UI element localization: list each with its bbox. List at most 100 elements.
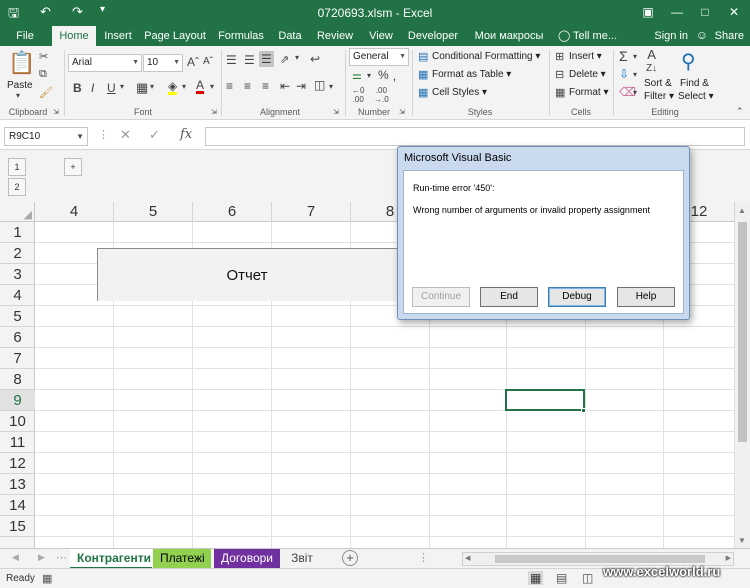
scroll-down-icon[interactable]: ▼ (738, 536, 746, 545)
sort-filter-icon[interactable]: A Z↓ (646, 48, 657, 75)
paste-icon[interactable]: 📋 (8, 50, 35, 76)
chevron-down-icon[interactable]: ▾ (210, 82, 214, 91)
tab-developer[interactable]: Developer (404, 26, 462, 46)
tab-my-macros[interactable]: Мои макросы (470, 26, 548, 46)
scroll-left-icon[interactable]: ◀ (465, 554, 470, 562)
fill-color-icon[interactable]: ◈ (168, 80, 178, 95)
chevron-down-icon[interactable]: ▾ (329, 82, 333, 91)
find-select-icon[interactable]: ⚲ (681, 49, 696, 74)
outline-level-1-button[interactable]: 1 (8, 158, 26, 176)
format-as-table-button[interactable]: Format as Table ▾ (432, 69, 511, 80)
currency-icon[interactable]: ⚌ (352, 69, 362, 82)
conditional-formatting-button[interactable]: Conditional Formatting ▾ (432, 51, 540, 62)
tab-data[interactable]: Data (274, 26, 306, 46)
paste-label[interactable]: Paste (7, 80, 33, 91)
font-color-icon[interactable]: A (196, 79, 205, 94)
format-cells-icon[interactable]: ▦ (555, 86, 565, 99)
orientation-icon[interactable]: ⇗ (280, 53, 289, 66)
close-icon[interactable]: ✕ (719, 2, 749, 22)
macro-record-icon[interactable]: ▦ (42, 572, 52, 585)
autosum-icon[interactable]: Σ (619, 48, 628, 64)
cancel-icon[interactable]: ✕ (120, 127, 131, 143)
scrollbar-thumb[interactable] (738, 222, 747, 442)
insert-function-icon[interactable]: fx (180, 127, 192, 142)
row-header[interactable]: 7 (0, 348, 35, 369)
delete-cells-icon[interactable]: ⊟ (555, 68, 564, 81)
fill-handle[interactable] (581, 408, 586, 413)
cell-styles-icon[interactable]: ▦ (418, 86, 428, 99)
increase-decimal-icon[interactable]: ←0.00 (352, 86, 364, 104)
row-header[interactable]: 14 (0, 495, 35, 516)
chevron-down-icon[interactable]: ▾ (633, 70, 637, 79)
row-header[interactable]: 12 (0, 453, 35, 474)
find-select-button[interactable]: Select ▾ (678, 91, 714, 102)
name-box[interactable]: R9C10 ▼ (4, 127, 88, 146)
continue-button[interactable]: Continue (412, 287, 470, 307)
enter-icon[interactable]: ✓ (149, 127, 160, 143)
align-left-icon[interactable]: ≡ (226, 79, 233, 93)
percent-icon[interactable]: % (378, 68, 389, 82)
format-as-table-icon[interactable]: ▦ (418, 68, 428, 81)
tell-me-box[interactable]: Tell me... (573, 26, 617, 46)
outline-level-2-button[interactable]: 2 (8, 178, 26, 196)
help-button[interactable]: Help (617, 287, 675, 307)
row-header[interactable]: 5 (0, 306, 35, 327)
underline-button[interactable]: U (107, 81, 116, 95)
number-format-box[interactable]: General ▼ (349, 48, 409, 66)
collapse-ribbon-icon[interactable]: ⌃ (736, 106, 744, 117)
formula-input[interactable] (205, 127, 745, 146)
tab-split-handle-icon[interactable]: ⋮ (418, 551, 429, 564)
row-header[interactable]: 10 (0, 411, 35, 432)
align-right-icon[interactable]: ≡ (262, 79, 269, 93)
row-header[interactable]: 11 (0, 432, 35, 453)
scroll-left-icon[interactable]: ◀ (12, 552, 19, 563)
row-header-selected[interactable]: 9 (0, 390, 35, 411)
page-layout-view-icon[interactable]: ▤ (556, 571, 567, 585)
tab-file[interactable]: File (6, 26, 44, 46)
chevron-down-icon[interactable]: ▾ (150, 82, 154, 91)
align-top-icon[interactable]: ☰ (226, 53, 237, 67)
page-break-view-icon[interactable]: ◫ (582, 571, 593, 585)
find-select-label-1[interactable]: Find & (680, 78, 709, 89)
tab-review[interactable]: Review (312, 26, 358, 46)
sheet-tab-platezhi[interactable]: Платежі (153, 549, 211, 569)
column-header[interactable]: 7 (272, 202, 351, 222)
decrease-decimal-icon[interactable]: .00 →.0 (374, 86, 389, 104)
sheet-tab-kontrahenty[interactable]: Контрагенти (70, 549, 152, 569)
add-sheet-icon[interactable]: + (342, 550, 358, 566)
column-header[interactable]: 5 (114, 202, 193, 222)
align-middle-icon[interactable]: ☰ (244, 53, 255, 67)
cut-icon[interactable]: ✂ (39, 50, 48, 63)
share-person-icon[interactable]: ☺ (696, 28, 708, 42)
column-header[interactable]: 6 (193, 202, 272, 222)
fill-icon[interactable]: ⇩ (619, 67, 629, 81)
horizontal-scrollbar-thumb[interactable] (495, 555, 705, 563)
increase-indent-icon[interactable]: ⇥ (296, 79, 306, 93)
copy-icon[interactable]: ⧉ (39, 68, 47, 81)
tab-view[interactable]: View (364, 26, 398, 46)
chevron-down-icon[interactable]: ▾ (120, 82, 124, 91)
number-launcher-icon[interactable]: ⇲ (399, 108, 405, 116)
normal-view-icon[interactable]: ▦ (528, 571, 544, 585)
chevron-down-icon[interactable]: ▾ (367, 71, 371, 80)
select-all-corner[interactable]: ◢ (0, 202, 35, 222)
font-size-box[interactable]: 10 ▼ (143, 54, 183, 72)
row-header[interactable]: 1 (0, 222, 35, 243)
end-button[interactable]: End (480, 287, 538, 307)
bold-button[interactable]: B (73, 81, 82, 95)
insert-cells-icon[interactable]: ⊞ (555, 50, 564, 63)
ribbon-options-icon[interactable]: ▣ (633, 2, 663, 22)
paste-dropdown-icon[interactable]: ▾ (16, 91, 20, 100)
scroll-up-icon[interactable]: ▲ (738, 206, 746, 215)
tab-formulas[interactable]: Formulas (214, 26, 268, 46)
vertical-scrollbar[interactable]: ▲ ▼ (735, 202, 750, 548)
format-painter-icon[interactable]: 🖌 (39, 86, 53, 99)
minimize-icon[interactable]: — (662, 2, 692, 22)
sign-in-link[interactable]: Sign in (654, 26, 688, 46)
chevron-down-icon[interactable]: ▾ (633, 88, 637, 97)
align-center-icon[interactable]: ≡ (244, 79, 251, 93)
outline-expand-button[interactable]: + (64, 158, 82, 176)
font-name-box[interactable]: Arial ▼ (68, 54, 142, 72)
sort-filter-label-1[interactable]: Sort & (644, 78, 672, 89)
share-button[interactable]: Share (715, 26, 744, 46)
